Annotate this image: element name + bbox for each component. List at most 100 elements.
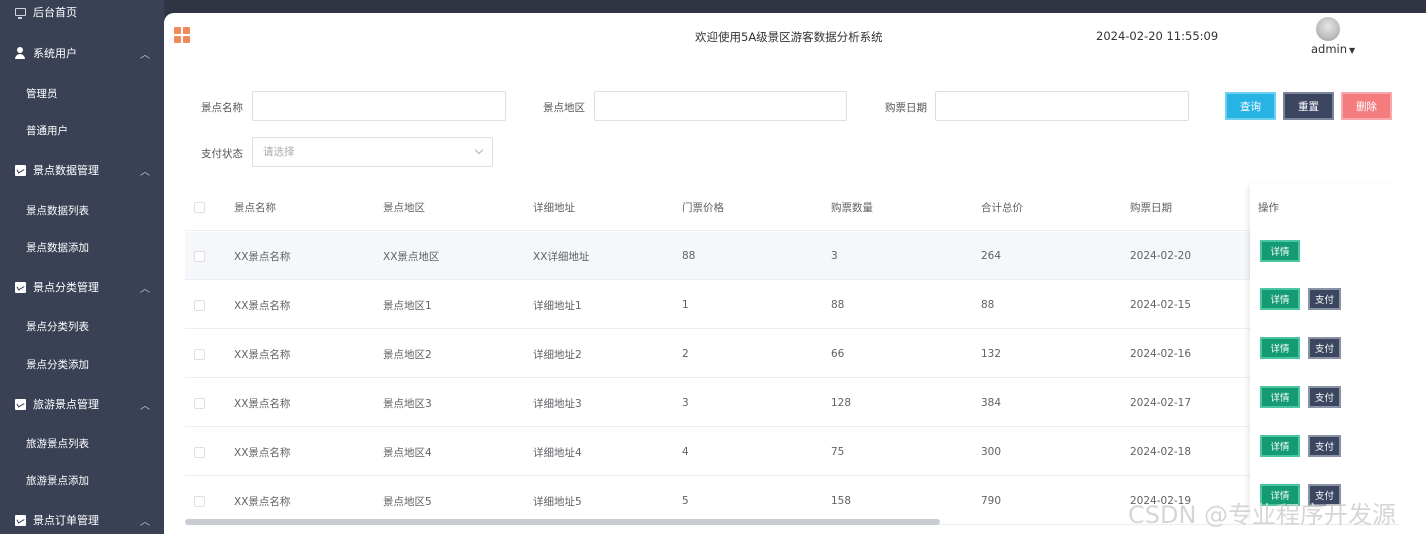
column-header: 购票日期 <box>1130 201 1172 214</box>
ticket-date-input[interactable] <box>935 91 1189 121</box>
scenic-area-label: 景点地区 <box>543 102 585 114</box>
row-checkbox[interactable] <box>194 446 205 458</box>
sidebar-item-admin[interactable]: 管理员 <box>26 86 58 101</box>
cell-address: XX详细地址 <box>533 250 590 263</box>
scenic-area-input[interactable] <box>594 91 847 121</box>
sidebar-item-scenic-data-add[interactable]: 景点数据添加 <box>26 240 89 255</box>
sidebar-group-label: 景点订单管理 <box>33 514 99 527</box>
scenic-name-label: 景点名称 <box>201 102 243 114</box>
cell-address: 详细地址5 <box>533 495 582 508</box>
cell-total: 790 <box>981 495 1002 507</box>
page-title: 欢迎使用5A级景区游客数据分析系统 <box>695 30 883 44</box>
cell-quantity: 88 <box>831 299 845 311</box>
sidebar-item-tour-list[interactable]: 旅游景点列表 <box>26 436 89 451</box>
select-all-checkbox[interactable] <box>194 201 205 213</box>
chart-icon <box>14 164 26 176</box>
pay-status-select[interactable]: 请选择 <box>252 137 493 167</box>
table-header-row: 景点名称 景点地区 详细地址 门票价格 购票数量 合计总价 购票日期 <box>185 183 1400 231</box>
horizontal-scrollbar[interactable] <box>185 519 940 525</box>
sidebar-item-home[interactable]: 后台首页 <box>0 3 164 21</box>
row-checkbox[interactable] <box>194 348 205 360</box>
sidebar-group-scenic-data[interactable]: 景点数据管理 ︿ <box>0 161 164 179</box>
pay-button[interactable]: 支付 <box>1308 435 1341 457</box>
cell-total: 264 <box>981 250 1002 262</box>
table-row[interactable]: XX景点名称 XX景点地区 XX详细地址 88 3 264 2024-02-20 <box>185 232 1400 280</box>
table-row[interactable]: XX景点名称 景点地区3 详细地址3 3 128 384 2024-02-17 <box>185 379 1400 427</box>
cell-quantity: 75 <box>831 446 845 458</box>
pay-button[interactable]: 支付 <box>1308 337 1341 359</box>
chevron-up-icon: ︿ <box>140 400 150 412</box>
avatar[interactable] <box>1316 17 1340 41</box>
chart-icon <box>14 398 26 410</box>
detail-button[interactable]: 详情 <box>1260 337 1300 359</box>
row-checkbox[interactable] <box>194 397 205 409</box>
cell-name: XX景点名称 <box>234 250 291 263</box>
sidebar-item-category-list[interactable]: 景点分类列表 <box>26 319 89 334</box>
detail-button[interactable]: 详情 <box>1260 240 1300 262</box>
sidebar-group-tour-spots[interactable]: 旅游景点管理 ︿ <box>0 395 164 413</box>
menu-grid-icon[interactable] <box>174 27 190 43</box>
pay-status-label: 支付状态 <box>201 148 243 160</box>
column-header: 景点地区 <box>383 201 425 214</box>
cell-price: 4 <box>682 446 689 458</box>
delete-button[interactable]: 删除 <box>1341 92 1392 120</box>
sidebar: 后台首页 系统用户 ︿ 管理员 普通用户 景点数据管理 ︿ 景点数据列表 景点数… <box>0 0 164 534</box>
table-row[interactable]: XX景点名称 景点地区4 详细地址4 4 75 300 2024-02-18 <box>185 428 1400 476</box>
detail-button[interactable]: 详情 <box>1260 386 1300 408</box>
row-checkbox[interactable] <box>194 495 205 507</box>
main-panel: 欢迎使用5A级景区游客数据分析系统 2024-02-20 11:55:09 ad… <box>164 13 1426 534</box>
sidebar-item-tour-add[interactable]: 旅游景点添加 <box>26 473 89 488</box>
cell-date: 2024-02-17 <box>1130 397 1192 409</box>
chevron-up-icon: ︿ <box>140 49 150 61</box>
reset-button[interactable]: 重置 <box>1283 92 1334 120</box>
column-header: 操作 <box>1258 201 1279 214</box>
cell-price: 1 <box>682 299 689 311</box>
monitor-icon <box>14 6 26 19</box>
cell-price: 5 <box>682 495 689 507</box>
cell-price: 88 <box>682 250 696 262</box>
cell-quantity: 66 <box>831 348 845 360</box>
cell-area: 景点地区2 <box>383 348 432 361</box>
detail-button[interactable]: 详情 <box>1260 288 1300 310</box>
cell-address: 详细地址4 <box>533 446 582 459</box>
cell-area: 景点地区5 <box>383 495 432 508</box>
cell-total: 88 <box>981 299 995 311</box>
column-header: 详细地址 <box>533 201 575 214</box>
sidebar-group-system-users[interactable]: 系统用户 ︿ <box>0 44 164 62</box>
column-header: 购票数量 <box>831 201 873 214</box>
table-row[interactable]: XX景点名称 景点地区1 详细地址1 1 88 88 2024-02-15 <box>185 281 1400 329</box>
cell-address: 详细地址1 <box>533 299 582 312</box>
sidebar-group-label: 旅游景点管理 <box>33 398 99 411</box>
column-header: 景点名称 <box>234 201 276 214</box>
table-row[interactable]: XX景点名称 景点地区2 详细地址2 2 66 132 2024-02-16 <box>185 330 1400 378</box>
sidebar-item-category-add[interactable]: 景点分类添加 <box>26 357 89 372</box>
query-button[interactable]: 查询 <box>1225 92 1276 120</box>
sidebar-item-scenic-data-list[interactable]: 景点数据列表 <box>26 203 89 218</box>
cell-area: 景点地区1 <box>383 299 432 312</box>
cell-quantity: 128 <box>831 397 852 409</box>
chevron-up-icon: ︿ <box>140 166 150 178</box>
sidebar-group-orders[interactable]: 景点订单管理 ︿ <box>0 511 164 529</box>
sidebar-item-label: 后台首页 <box>33 6 77 19</box>
user-menu[interactable]: admin ▼ <box>1311 42 1355 56</box>
scenic-name-input[interactable] <box>252 91 506 121</box>
detail-button[interactable]: 详情 <box>1260 435 1300 457</box>
sidebar-group-scenic-category[interactable]: 景点分类管理 ︿ <box>0 278 164 296</box>
pay-button[interactable]: 支付 <box>1308 288 1341 310</box>
cell-name: XX景点名称 <box>234 495 291 508</box>
pay-button[interactable]: 支付 <box>1308 386 1341 408</box>
cell-price: 3 <box>682 397 689 409</box>
cell-address: 详细地址2 <box>533 348 582 361</box>
cell-quantity: 3 <box>831 250 838 262</box>
pay-status-placeholder: 请选择 <box>263 146 295 158</box>
cell-price: 2 <box>682 348 689 360</box>
cell-area: 景点地区3 <box>383 397 432 410</box>
sidebar-item-normal-user[interactable]: 普通用户 <box>26 123 68 138</box>
cell-name: XX景点名称 <box>234 446 291 459</box>
sidebar-group-label: 景点数据管理 <box>33 164 99 177</box>
row-checkbox[interactable] <box>194 299 205 311</box>
cell-name: XX景点名称 <box>234 299 291 312</box>
row-checkbox[interactable] <box>194 250 205 262</box>
sidebar-group-label: 景点分类管理 <box>33 281 99 294</box>
watermark: CSDN @专业程序开发源 <box>1128 501 1397 529</box>
